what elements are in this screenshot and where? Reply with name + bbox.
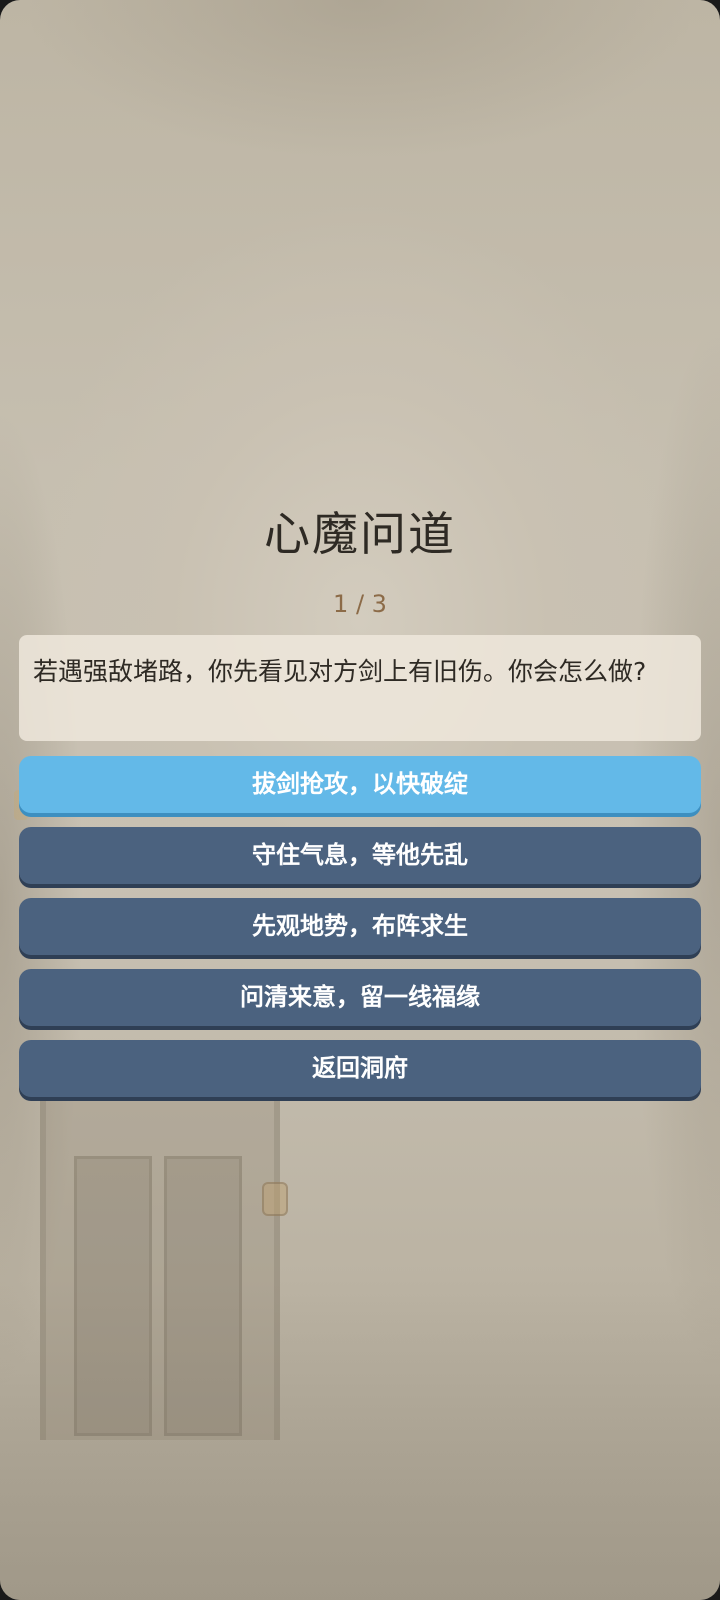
option-button-1[interactable]: 拔剑抢攻，以快破绽 — [19, 756, 701, 813]
stone-door-background — [40, 1090, 280, 1440]
door-panel-right — [164, 1156, 242, 1436]
page-title: 心魔问道 — [264, 507, 456, 561]
question-progress: 1 / 3 — [333, 590, 387, 618]
cave-ceiling-background — [0, 0, 720, 260]
question-text: 若遇强敌堵路，你先看见对方剑上有旧伤。你会怎么做? — [33, 657, 647, 686]
option-button-2[interactable]: 守住气息，等他先乱 — [19, 827, 701, 884]
lantern-icon — [262, 1182, 288, 1216]
question-card: 若遇强敌堵路，你先看见对方剑上有旧伤。你会怎么做? — [19, 635, 701, 741]
option-button-4[interactable]: 问清来意，留一线福缘 — [19, 969, 701, 1026]
option-button-3[interactable]: 先观地势，布阵求生 — [19, 898, 701, 955]
answer-options: 拔剑抢攻，以快破绽 守住气息，等他先乱 先观地势，布阵求生 问清来意，留一线福缘… — [19, 756, 701, 1111]
quiz-screen: 心魔问道 1 / 3 若遇强敌堵路，你先看见对方剑上有旧伤。你会怎么做? 拔剑抢… — [0, 0, 720, 1600]
door-panel-left — [74, 1156, 152, 1436]
back-to-cave-button[interactable]: 返回洞府 — [19, 1040, 701, 1097]
